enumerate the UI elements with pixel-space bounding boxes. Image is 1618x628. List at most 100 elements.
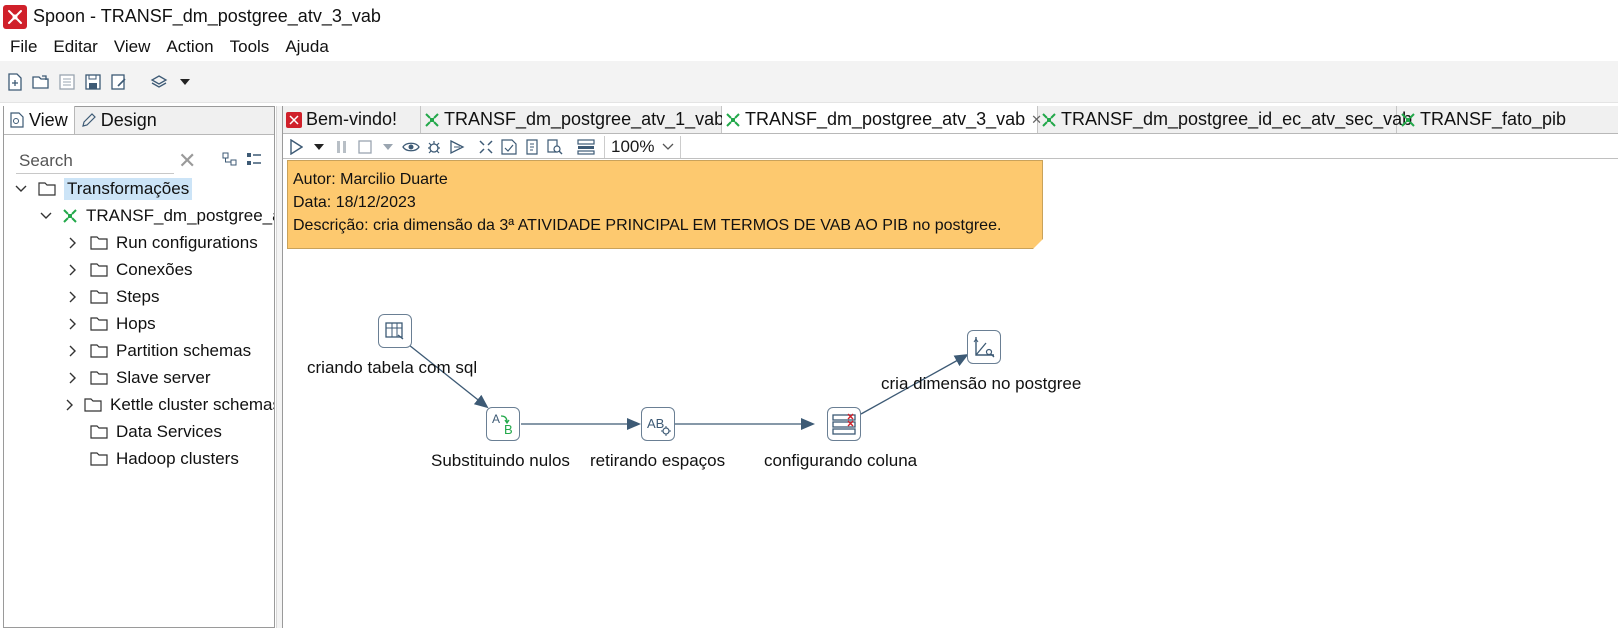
new-file-icon[interactable] (4, 71, 26, 93)
clear-search-icon[interactable]: ✕ (178, 150, 196, 172)
tree-item-steps[interactable]: Steps (4, 283, 274, 310)
canvas-toolbar: 100% (283, 135, 1618, 159)
folder-icon (90, 235, 108, 250)
step-label-select-values: configurando coluna (764, 451, 918, 470)
step-string-operations[interactable]: AB (641, 407, 675, 441)
left-tabs: View Design (4, 106, 274, 135)
tree-item-hadoop-clusters[interactable]: Hadoop clusters (4, 445, 274, 472)
tab-bem-vindo[interactable]: Bem-vindo! (283, 106, 421, 133)
transformation-canvas[interactable]: Autor: Marcilio Duarte Data: 18/12/2023 … (283, 160, 1618, 628)
svg-text:B: B (504, 422, 513, 437)
window-title: Spoon - TRANSF_dm_postgree_atv_3_vab (33, 6, 381, 26)
tree-item-slave-server[interactable]: Slave server (4, 364, 274, 391)
tab-view[interactable]: View (4, 106, 75, 134)
pause-icon[interactable] (333, 138, 351, 156)
tree-actions (222, 151, 262, 171)
tab-view-label: View (29, 109, 68, 130)
preview-icon[interactable] (402, 138, 420, 156)
left-panel: View Design ✕ Transformações (3, 106, 275, 628)
collapse-all-icon[interactable] (246, 151, 262, 171)
stop-dropdown-icon[interactable] (379, 138, 397, 156)
folder-icon (90, 424, 108, 439)
chevron-right-icon[interactable] (66, 290, 80, 304)
transformation-icon (424, 112, 440, 128)
save-as-icon[interactable] (108, 71, 130, 93)
tree-transformation-label: TRANSF_dm_postgree_atv_3_vab (86, 205, 274, 225)
step-replace-null[interactable]: AB (486, 407, 520, 441)
tab-label: Bem-vindo! (306, 109, 398, 129)
select-values-icon (831, 412, 857, 436)
tree-item-hops[interactable]: Hops (4, 310, 274, 337)
tree-root[interactable]: Transformações (4, 175, 274, 202)
stop-icon[interactable] (356, 138, 374, 156)
chevron-down-icon[interactable] (14, 182, 28, 196)
tree: Transformações TRANSF_dm_postgree_atv_3_… (4, 175, 274, 472)
tree-item-kettle-cluster-schemas[interactable]: Kettle cluster schemas (4, 391, 274, 418)
spoon-app-icon (3, 4, 27, 29)
chevron-right-icon[interactable] (66, 317, 80, 331)
show-results-icon[interactable] (577, 138, 595, 156)
replay-icon[interactable] (448, 138, 466, 156)
menu-view[interactable]: View (106, 37, 159, 57)
step-label-dimension-lookup: cria dimensão no postgree (881, 374, 1082, 393)
zoom-select[interactable]: 100% (604, 135, 682, 158)
chevron-down-icon[interactable] (40, 209, 52, 223)
expand-all-icon[interactable] (222, 151, 238, 171)
tree-item-label: Conexões (116, 259, 193, 279)
explore-repository-icon[interactable] (56, 71, 78, 93)
tree-item-data-services[interactable]: Data Services (4, 418, 274, 445)
tree-transformation[interactable]: TRANSF_dm_postgree_atv_3_vab (4, 202, 274, 229)
folder-icon (90, 451, 108, 466)
chevron-right-icon[interactable] (66, 236, 80, 250)
folder-icon (90, 262, 108, 277)
tab-label: TRANSF_dm_postgree_id_ec_atv_sec_vab (1061, 109, 1413, 129)
tab-transf-atv-1[interactable]: TRANSF_dm_postgree_atv_1_vab (421, 106, 725, 133)
debug-icon[interactable] (425, 138, 443, 156)
chevron-right-icon[interactable] (66, 371, 80, 385)
chevron-down-icon (662, 143, 674, 151)
open-file-icon[interactable] (30, 71, 52, 93)
title-bar: Spoon - TRANSF_dm_postgree_atv_3_vab (0, 0, 1618, 33)
layers-dropdown-icon[interactable] (174, 71, 196, 93)
tab-transf-id-ec[interactable]: TRANSF_dm_postgree_id_ec_atv_sec_vab (1038, 106, 1412, 133)
menu-tools[interactable]: Tools (222, 37, 278, 57)
dimension-lookup-icon (972, 335, 996, 359)
step-select-values[interactable] (827, 407, 861, 441)
tree-item-label: Partition schemas (116, 340, 252, 360)
step-execute-sql[interactable] (378, 314, 412, 348)
transformation-icon (1041, 112, 1057, 128)
folder-icon (90, 370, 108, 385)
run-dropdown-icon[interactable] (310, 138, 328, 156)
run-icon[interactable] (287, 138, 305, 156)
sql-icon[interactable] (523, 138, 541, 156)
tree-item-run-configurations[interactable]: Run configurations (4, 229, 274, 256)
layers-icon[interactable] (148, 71, 170, 93)
step-dimension-lookup[interactable] (967, 330, 1001, 364)
editor-area: Bem-vindo! TRANSF_dm_postgree_atv_1_vab … (282, 106, 1618, 628)
menu-editar[interactable]: Editar (45, 37, 105, 57)
chevron-right-icon[interactable] (66, 344, 80, 358)
hops-layer (408, 344, 969, 430)
chevron-right-icon[interactable] (66, 398, 74, 412)
pencil-icon (81, 112, 96, 128)
menu-ajuda[interactable]: Ajuda (277, 37, 336, 57)
menu-file[interactable]: File (2, 37, 45, 57)
tab-transf-atv-3[interactable]: TRANSF_dm_postgree_atv_3_vab ✕ (722, 106, 1042, 133)
tab-transf-fato-pib[interactable]: TRANSF_fato_pib (1397, 106, 1617, 133)
search-row: ✕ (16, 147, 266, 175)
search-input[interactable] (16, 148, 174, 174)
menu-action[interactable]: Action (158, 37, 221, 57)
impact-icon[interactable] (500, 138, 518, 156)
folder-icon (38, 181, 56, 196)
tree-item-conexoes[interactable]: Conexões (4, 256, 274, 283)
explore-db-icon[interactable] (546, 138, 564, 156)
tree-item-partition-schemas[interactable]: Partition schemas (4, 337, 274, 364)
verify-icon[interactable] (477, 138, 495, 156)
tree-item-label: Slave server (116, 367, 211, 387)
tab-design[interactable]: Design (75, 106, 163, 134)
chevron-right-icon[interactable] (66, 263, 80, 277)
save-icon[interactable] (82, 71, 104, 93)
tab-label: TRANSF_dm_postgree_atv_1_vab (444, 109, 725, 129)
folder-icon (90, 343, 108, 358)
transformation-icon (62, 208, 78, 224)
